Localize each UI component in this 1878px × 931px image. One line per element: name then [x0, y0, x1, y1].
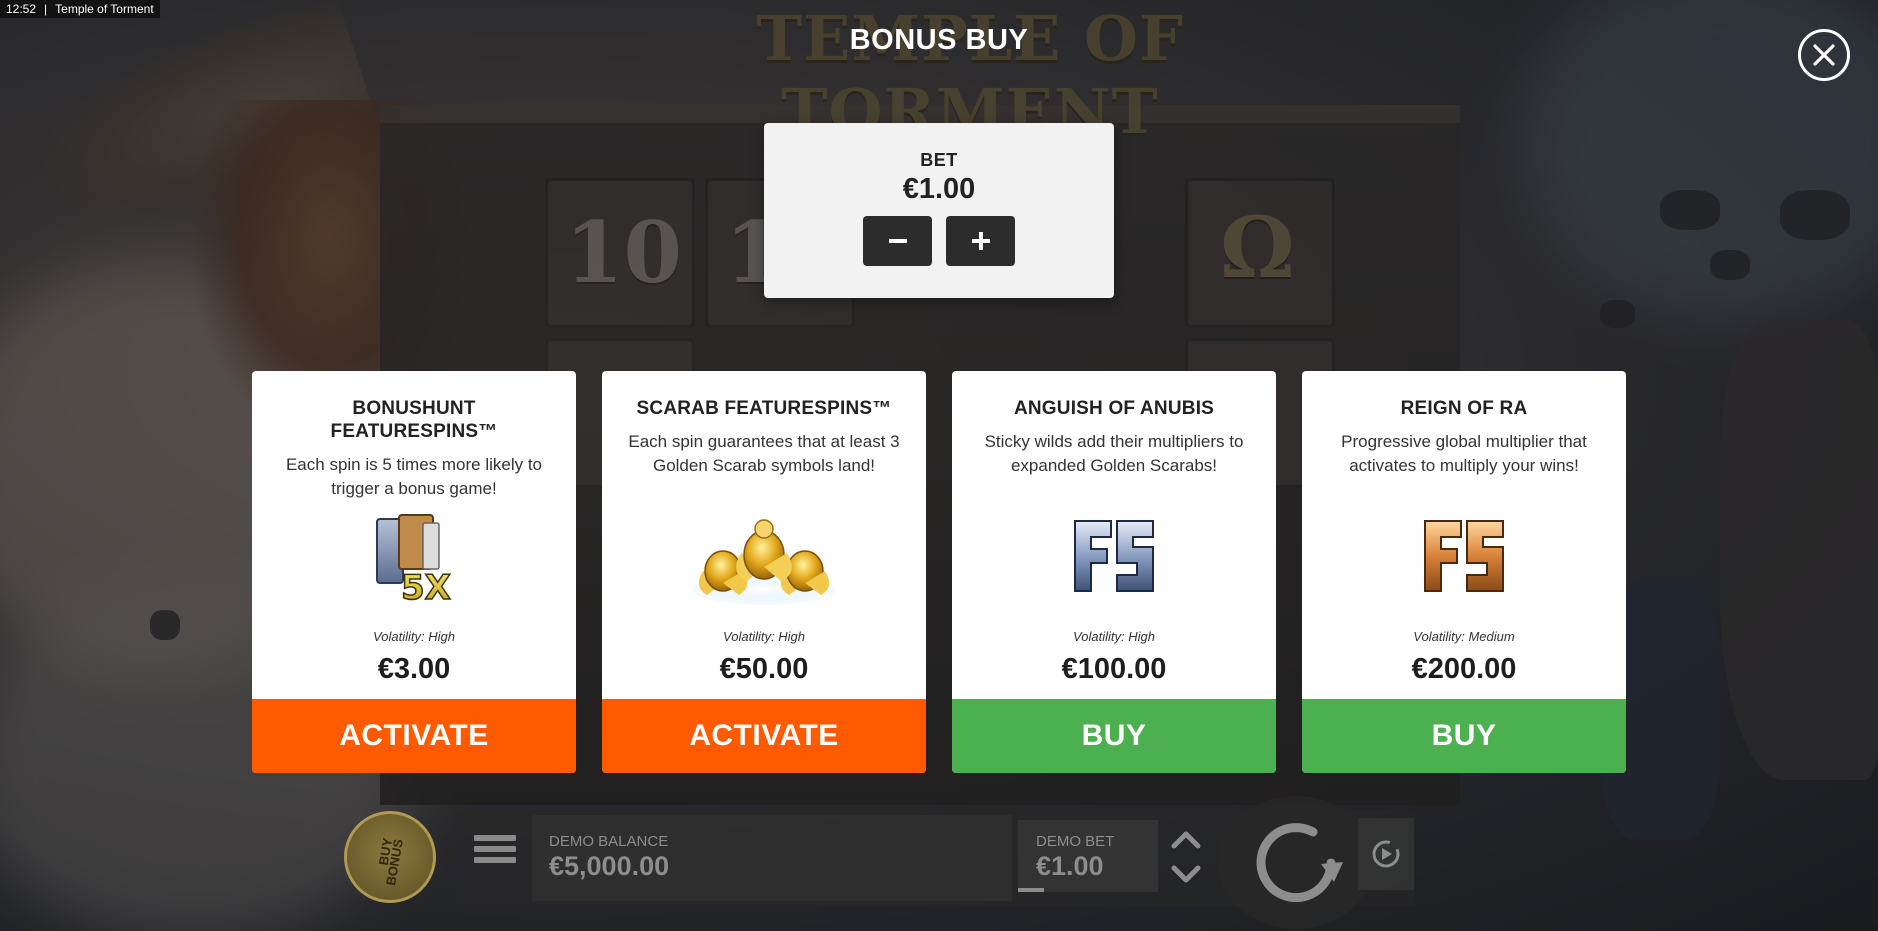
buy-reign-of-ra-button[interactable]: BUY: [1302, 699, 1626, 773]
card-price: €50.00: [719, 653, 809, 685]
minus-icon: [888, 239, 907, 243]
bet-panel: BET €1.00: [764, 123, 1114, 298]
card-title: ANGUISH OF ANUBIS: [1013, 398, 1215, 419]
golden-scarabs-icon: [692, 519, 836, 605]
card-description: Sticky wilds add their multipliers to ex…: [984, 432, 1244, 475]
increase-bet-button[interactable]: [946, 216, 1015, 266]
card-volatility: Volatility: High: [373, 629, 455, 644]
bonus-feature-cards: BONUSHUNT FEATURESPINS™ Each spin is 5 t…: [252, 371, 1626, 773]
fs-blue-icon: [1074, 520, 1154, 592]
separator: |: [44, 2, 48, 16]
bet-value: €1.00: [902, 173, 976, 205]
clock: 12:52: [6, 2, 37, 16]
card-price: €100.00: [1061, 653, 1167, 685]
close-button[interactable]: [1798, 29, 1850, 81]
svg-text:5X: 5X: [401, 568, 451, 606]
fs-orange-icon: [1424, 520, 1504, 592]
activate-bonushunt-button[interactable]: ACTIVATE: [252, 699, 576, 773]
card-volatility: Volatility: Medium: [1413, 629, 1515, 644]
card-title: BONUSHUNT FEATURESPINS™: [330, 398, 498, 442]
spin-arrow-icon: [1256, 822, 1343, 902]
card-title: SCARAB FEATURESPINS™: [636, 398, 892, 419]
status-bar: 12:52 | Temple of Torment: [0, 0, 160, 18]
app-title: Temple of Torment: [55, 2, 154, 16]
autoplay-button[interactable]: [1358, 818, 1414, 890]
card-volatility: Volatility: High: [1073, 629, 1155, 644]
demo-balance-label: DEMO BALANCE: [549, 833, 669, 850]
buy-anguish-of-anubis-button[interactable]: BUY: [952, 699, 1276, 773]
card-description: Each spin guarantees that at least 3 Gol…: [628, 432, 900, 475]
bonus-card-anguish-of-anubis: ANGUISH OF ANUBIS Sticky wilds add their…: [952, 371, 1276, 773]
spin-button[interactable]: [1218, 796, 1374, 929]
hamburger-menu-icon[interactable]: [474, 835, 516, 875]
card-price: €3.00: [377, 653, 451, 685]
demo-bet-underline: [1018, 888, 1044, 892]
card-description: Progressive global multiplier that activ…: [1341, 432, 1587, 475]
autoplay-icon: [1372, 840, 1400, 868]
bonus-card-scarab: SCARAB FEATURESPINS™ Each spin guarantee…: [602, 371, 926, 773]
card-description: Each spin is 5 times more likely to trig…: [285, 455, 543, 498]
modal-title: BONUS BUY: [849, 24, 1029, 56]
card-price: €200.00: [1411, 653, 1517, 685]
card-volatility: Volatility: High: [723, 629, 805, 644]
buy-bonus-button[interactable]: BUY BONUS: [344, 811, 436, 903]
demo-balance-value: €5,000.00: [549, 851, 670, 881]
close-icon: [1813, 44, 1835, 66]
chevron-up-down-icon[interactable]: [1168, 824, 1204, 890]
bonus-card-reign-of-ra: REIGN OF RA Progressive global multiplie…: [1302, 371, 1626, 773]
activate-scarab-button[interactable]: ACTIVATE: [602, 699, 926, 773]
plus-icon: [971, 232, 990, 250]
bonus-card-bonushunt: BONUSHUNT FEATURESPINS™ Each spin is 5 t…: [252, 371, 576, 773]
card-title: REIGN OF RA: [1400, 398, 1528, 419]
decrease-bet-button[interactable]: [863, 216, 932, 266]
demo-bet-value: €1.00: [1036, 851, 1104, 881]
fs-5x-icon: 5X: [376, 514, 452, 606]
bet-label: BET: [920, 150, 958, 170]
demo-bet-label: DEMO BET: [1036, 833, 1115, 850]
